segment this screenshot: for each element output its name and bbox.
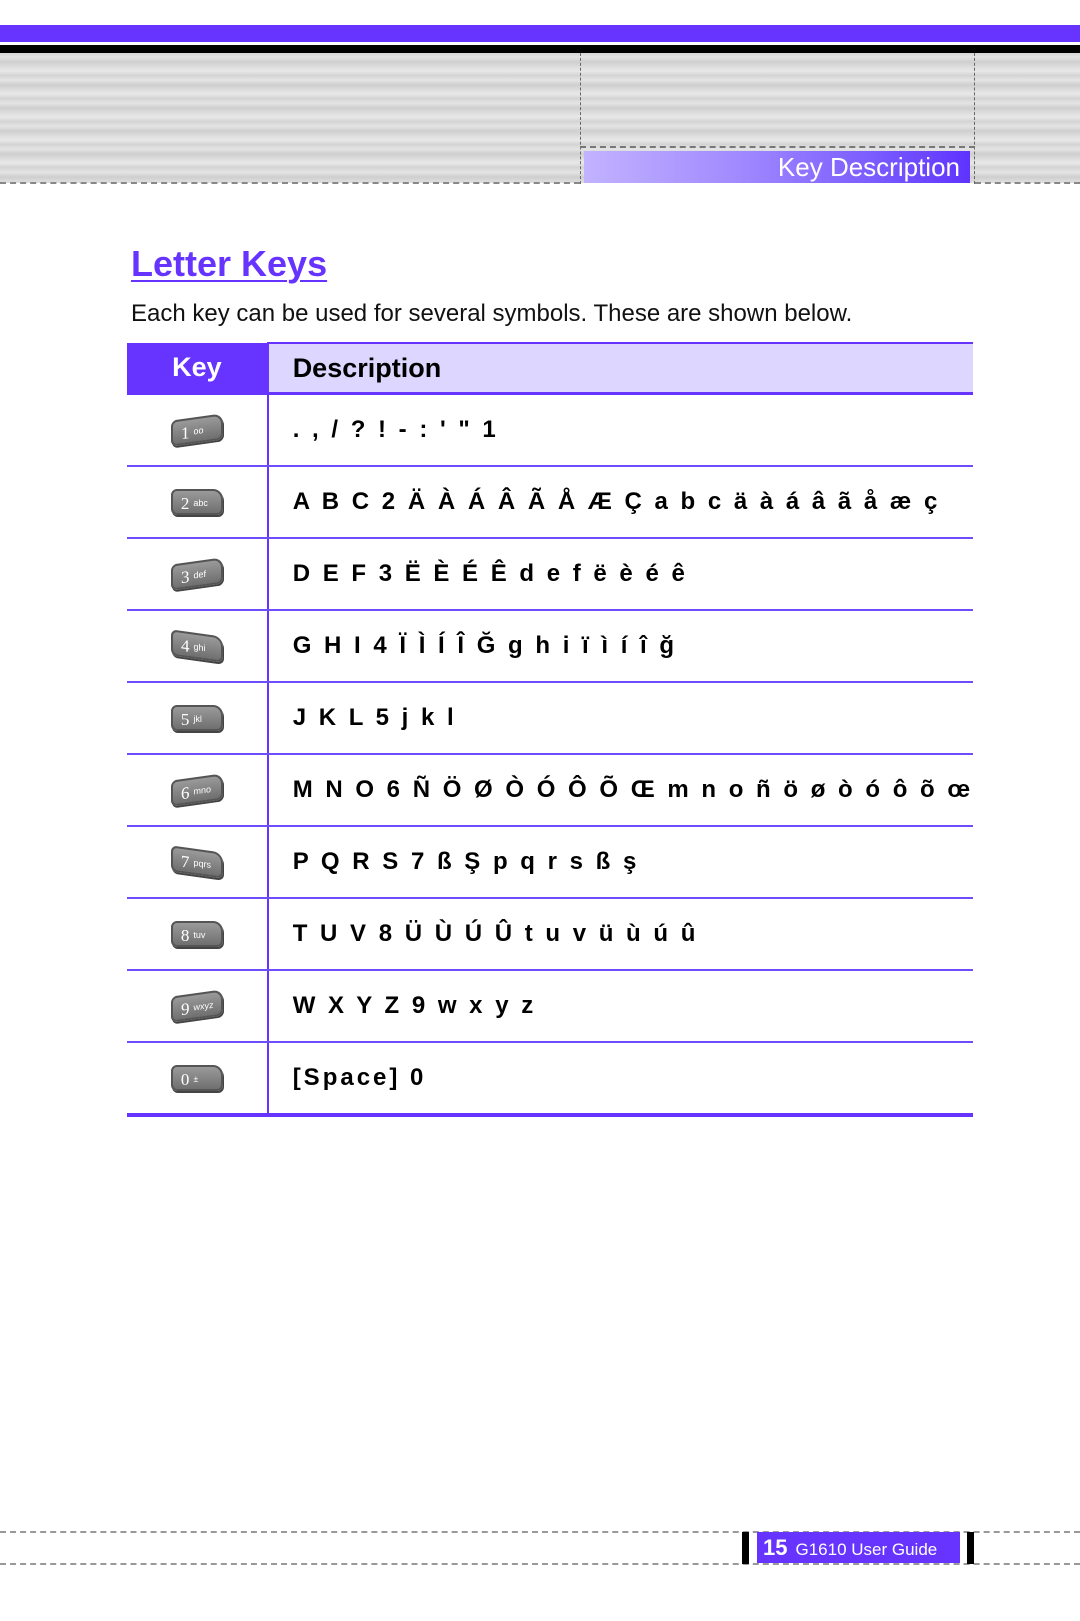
- key-letters: abc: [193, 498, 208, 508]
- key-letters: ±: [193, 1074, 199, 1084]
- key-cell: 0 ±: [127, 1042, 268, 1117]
- key-letters: def: [193, 568, 206, 581]
- table-row: 0 ± [Space] 0: [127, 1042, 973, 1117]
- key-number: 7: [180, 851, 190, 872]
- key-description: D E F 3 Ë È É Ê d e f ë è é ê: [266, 538, 973, 611]
- table-row: 4 ghi G H I 4 Ï Ì Í Î Ğ g h i ï ì í î ğ: [127, 610, 973, 683]
- key-number: 3: [180, 567, 190, 588]
- footer-divider: [0, 1563, 1080, 1565]
- banner-divider: [580, 146, 975, 148]
- key-number: 2: [180, 494, 190, 513]
- table-row: 3 def D E F 3 Ë È É Ê d e f ë è é ê: [127, 538, 973, 611]
- letter-keys-table: Key Description 1 oo. , / ? ! - : ' " 12a…: [127, 342, 973, 1117]
- key-cell: 6 mno: [127, 754, 268, 827]
- key-letters: mno: [193, 784, 211, 797]
- page-number: 15: [763, 1535, 788, 1560]
- intro-text: Each key can be used for several symbols…: [131, 300, 853, 327]
- key-8-tuv-icon: 8 tuv: [170, 921, 223, 947]
- key-cell: 8 tuv: [127, 898, 268, 971]
- key-cell: 1 oo: [127, 393, 268, 467]
- top-black-rule: [0, 45, 1080, 53]
- key-letters: ghi: [193, 641, 206, 654]
- key-description: W X Y Z 9 w x y z: [266, 970, 973, 1043]
- key-2-abc-icon: 2 abc: [170, 489, 223, 515]
- key-letters: tuv: [193, 930, 206, 940]
- key-6-mno-icon: 6 mno: [170, 773, 223, 807]
- table-row: 6 mno M N O 6 Ñ Ö Ø Ò Ó Ô Õ Œ m n o ñ ö ø …: [127, 754, 973, 827]
- key-number: 4: [180, 635, 190, 656]
- footer-bracket: [967, 1532, 974, 1564]
- key-number: 0: [180, 1070, 190, 1089]
- key-3-def-icon: 3 def: [170, 557, 223, 591]
- key-1-voicemail-icon: 1 oo: [170, 413, 223, 447]
- footer-bracket: [742, 1532, 749, 1564]
- key-number: 1: [180, 423, 190, 444]
- key-cell: 3 def: [127, 538, 268, 611]
- key-letters: wxyz: [193, 999, 214, 1013]
- key-description: . , / ? ! - : ' " 1: [266, 393, 973, 467]
- banner-divider: [0, 182, 580, 184]
- column-header-description: Description: [266, 342, 973, 395]
- key-number: 9: [180, 999, 190, 1020]
- key-0-space-icon: 0 ±: [170, 1065, 223, 1091]
- key-description: A B C 2 Ä À Á Â Ã Å Æ Ç a b c ä à á â ã …: [266, 466, 973, 539]
- key-4-ghi-icon: 4 ghi: [170, 629, 223, 663]
- key-description: G H I 4 Ï Ì Í Î Ğ g h i ï ì í î ğ: [266, 610, 973, 683]
- table-row: 5 jkl J K L 5 j k l: [127, 682, 973, 755]
- key-description: M N O 6 Ñ Ö Ø Ò Ó Ô Õ Œ m n o ñ ö ø ò ó …: [266, 754, 973, 827]
- key-number: 8: [180, 926, 190, 945]
- top-accent-bar: [0, 25, 1080, 42]
- key-cell: 9 wxyz: [127, 970, 268, 1043]
- key-number: 5: [180, 710, 190, 729]
- table-row: 9 wxyz W X Y Z 9 w x y z: [127, 970, 973, 1043]
- banner-divider: [974, 53, 975, 184]
- guide-title: G1610 User Guide: [795, 1540, 938, 1559]
- key-cell: 7 pqrs: [127, 826, 268, 899]
- key-cell: 5 jkl: [127, 682, 268, 755]
- table-row: 2 abc A B C 2 Ä À Á Â Ã Å Æ Ç a b c ä à á …: [127, 466, 973, 539]
- banner-divider: [580, 53, 581, 184]
- table-row: 1 oo . , / ? ! - : ' " 1: [127, 393, 973, 467]
- key-description: T U V 8 Ü Ù Ú Û t u v ü ù ú û: [266, 898, 973, 971]
- key-letters: oo: [193, 425, 204, 437]
- key-description: [Space] 0: [266, 1042, 973, 1117]
- key-5-jkl-icon: 5 jkl: [170, 705, 223, 731]
- key-9-wxyz-icon: 9 wxyz: [170, 989, 223, 1023]
- key-cell: 2 abc: [127, 466, 268, 539]
- key-7-pqrs-icon: 7 pqrs: [170, 845, 223, 879]
- banner-divider: [975, 182, 1080, 184]
- table-row: 8 tuv T U V 8 Ü Ù Ú Û t u v ü ù ú û: [127, 898, 973, 971]
- key-description: J K L 5 j k l: [266, 682, 973, 755]
- key-number: 6: [180, 783, 190, 804]
- key-cell: 4 ghi: [127, 610, 268, 683]
- key-letters: pqrs: [193, 857, 211, 870]
- key-letters: jkl: [193, 714, 202, 724]
- page-title: Letter Keys: [131, 243, 328, 284]
- footer-label: 15 G1610 User Guide: [757, 1532, 960, 1563]
- column-header-key: Key: [127, 343, 268, 395]
- section-label: Key Description: [584, 151, 970, 183]
- key-description: P Q R S 7 ß Ş p q r s ß ş: [266, 826, 973, 899]
- table-row: 7 pqrs P Q R S 7 ß Ş p q r s ß ş: [127, 826, 973, 899]
- table-header-row: Key Description: [127, 342, 973, 395]
